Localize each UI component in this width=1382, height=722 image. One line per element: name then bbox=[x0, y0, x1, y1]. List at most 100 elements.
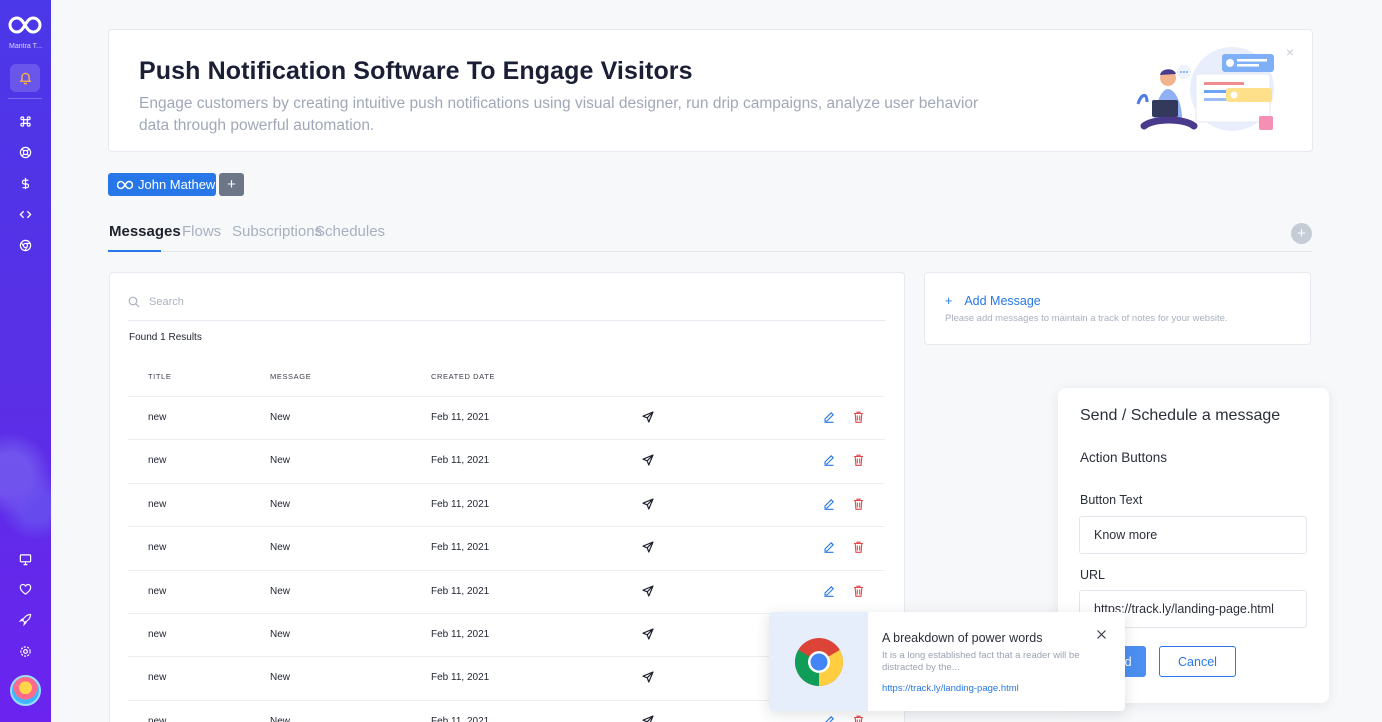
rocket-icon[interactable] bbox=[0, 609, 51, 629]
table-row[interactable]: new New Feb 11, 2021 bbox=[128, 440, 885, 484]
row-message: New bbox=[270, 628, 291, 640]
results-count: Found 1 Results bbox=[129, 332, 202, 343]
row-title: new bbox=[148, 498, 167, 510]
add-tab-button[interactable]: + bbox=[1291, 223, 1312, 244]
row-title: new bbox=[148, 455, 167, 467]
row-title: new bbox=[148, 585, 167, 597]
tab-messages[interactable]: Messages bbox=[109, 223, 181, 240]
command-icon[interactable] bbox=[0, 111, 51, 131]
hero-banner: Push Notification Software To Engage Vis… bbox=[108, 29, 1313, 152]
row-message: New bbox=[270, 455, 291, 467]
sidebar-decoration bbox=[0, 410, 51, 570]
close-icon[interactable] bbox=[1096, 629, 1107, 640]
row-title: new bbox=[148, 628, 167, 640]
dollar-icon[interactable] bbox=[0, 173, 51, 193]
row-message: New bbox=[270, 498, 291, 510]
add-message-card: + Add Message Please add messages to main… bbox=[924, 272, 1311, 345]
sidebar: Mantra T... bbox=[0, 0, 51, 722]
edit-icon[interactable] bbox=[823, 411, 835, 423]
row-message: New bbox=[270, 715, 291, 722]
trash-icon[interactable] bbox=[853, 541, 864, 554]
tab-schedules[interactable]: Schedules bbox=[315, 223, 385, 240]
action-buttons-heading: Action Buttons bbox=[1080, 450, 1168, 465]
hero-title: Push Notification Software To Engage Vis… bbox=[139, 57, 693, 85]
code-icon[interactable] bbox=[0, 204, 51, 224]
row-created-date: Feb 11, 2021 bbox=[431, 672, 490, 684]
row-created-date: Feb 11, 2021 bbox=[431, 498, 490, 510]
send-icon[interactable] bbox=[642, 584, 654, 597]
add-message-hint: Please add messages to maintain a track … bbox=[945, 313, 1228, 324]
add-account-button[interactable]: + bbox=[219, 173, 244, 196]
close-icon[interactable]: × bbox=[1286, 44, 1294, 60]
cancel-button[interactable]: Cancel bbox=[1159, 646, 1236, 677]
row-created-date: Feb 11, 2021 bbox=[431, 542, 490, 554]
trash-icon[interactable] bbox=[853, 715, 864, 722]
table-row[interactable]: new New Feb 11, 2021 bbox=[128, 527, 885, 571]
edit-icon[interactable] bbox=[823, 498, 835, 510]
table-row[interactable]: new New Feb 11, 2021 bbox=[128, 484, 885, 528]
column-message[interactable]: MESSAGE bbox=[270, 372, 311, 381]
table-row[interactable]: new New Feb 11, 2021 bbox=[128, 397, 885, 441]
account-name: John Mathew bbox=[138, 177, 216, 192]
search-bar bbox=[128, 283, 885, 321]
table-row[interactable]: new New Feb 11, 2021 bbox=[128, 571, 885, 614]
edit-icon[interactable] bbox=[823, 541, 835, 554]
trash-icon[interactable] bbox=[853, 454, 864, 467]
notification-preview[interactable]: A breakdown of power words It is a long … bbox=[769, 612, 1125, 711]
search-input[interactable] bbox=[149, 295, 749, 308]
trash-icon[interactable] bbox=[853, 498, 864, 510]
edit-icon[interactable] bbox=[823, 454, 835, 467]
add-message-button[interactable]: + Add Message bbox=[945, 294, 1041, 308]
brand-name: Mantra T... bbox=[9, 43, 42, 50]
column-created-date[interactable]: CREATED DATE bbox=[431, 372, 495, 381]
hero-illustration bbox=[1136, 47, 1274, 131]
column-title[interactable]: TITLE bbox=[148, 372, 171, 381]
notification-image bbox=[769, 612, 868, 711]
send-icon[interactable] bbox=[642, 671, 654, 683]
notification-link[interactable]: https://track.ly/landing-page.html bbox=[882, 683, 1019, 694]
active-tab-indicator bbox=[108, 250, 161, 252]
edit-icon[interactable] bbox=[823, 715, 835, 722]
send-icon[interactable] bbox=[642, 715, 654, 722]
heart-icon[interactable] bbox=[0, 579, 51, 599]
hero-subtitle: Engage customers by creating intuitive p… bbox=[139, 95, 979, 134]
account-chip[interactable]: John Mathew bbox=[108, 173, 216, 196]
send-icon[interactable] bbox=[642, 498, 654, 510]
row-message: New bbox=[270, 412, 291, 423]
bell-icon[interactable] bbox=[0, 68, 51, 88]
chrome-logo-icon bbox=[794, 637, 843, 686]
row-title: new bbox=[148, 542, 167, 554]
row-message: New bbox=[270, 542, 291, 554]
sidebar-divider bbox=[8, 98, 42, 99]
trash-icon[interactable] bbox=[853, 585, 864, 597]
button-text-field[interactable] bbox=[1079, 516, 1307, 554]
trash-icon[interactable] bbox=[853, 411, 864, 423]
notification-title: A breakdown of power words bbox=[882, 631, 1043, 645]
row-message: New bbox=[270, 672, 291, 684]
row-created-date: Feb 11, 2021 bbox=[431, 585, 490, 597]
button-text-label: Button Text bbox=[1080, 493, 1143, 507]
send-icon[interactable] bbox=[642, 628, 654, 640]
send-icon[interactable] bbox=[642, 454, 654, 466]
add-message-label: Add Message bbox=[964, 294, 1041, 308]
tab-flows[interactable]: Flows bbox=[182, 223, 221, 240]
monitor-icon[interactable] bbox=[0, 549, 51, 569]
row-message: New bbox=[270, 585, 291, 597]
tab-subscriptions[interactable]: Subscriptions bbox=[232, 223, 322, 240]
lifebuoy-icon[interactable] bbox=[0, 142, 51, 162]
row-created-date: Feb 11, 2021 bbox=[431, 455, 490, 467]
plus-icon: + bbox=[945, 294, 953, 308]
edit-icon[interactable] bbox=[823, 585, 835, 597]
user-avatar[interactable] bbox=[10, 675, 41, 706]
chrome-icon[interactable] bbox=[0, 235, 51, 255]
url-label: URL bbox=[1080, 568, 1106, 582]
infinity-icon bbox=[117, 180, 133, 189]
tab-bar: Messages Flows Subscriptions Schedules + bbox=[108, 220, 1312, 252]
send-icon[interactable] bbox=[642, 411, 654, 423]
row-created-date: Feb 11, 2021 bbox=[431, 628, 490, 640]
infinity-logo-icon[interactable] bbox=[8, 13, 42, 37]
row-created-date: Feb 11, 2021 bbox=[431, 715, 490, 722]
send-icon[interactable] bbox=[642, 541, 654, 553]
settings-icon[interactable] bbox=[0, 641, 51, 661]
row-title: new bbox=[148, 412, 167, 423]
